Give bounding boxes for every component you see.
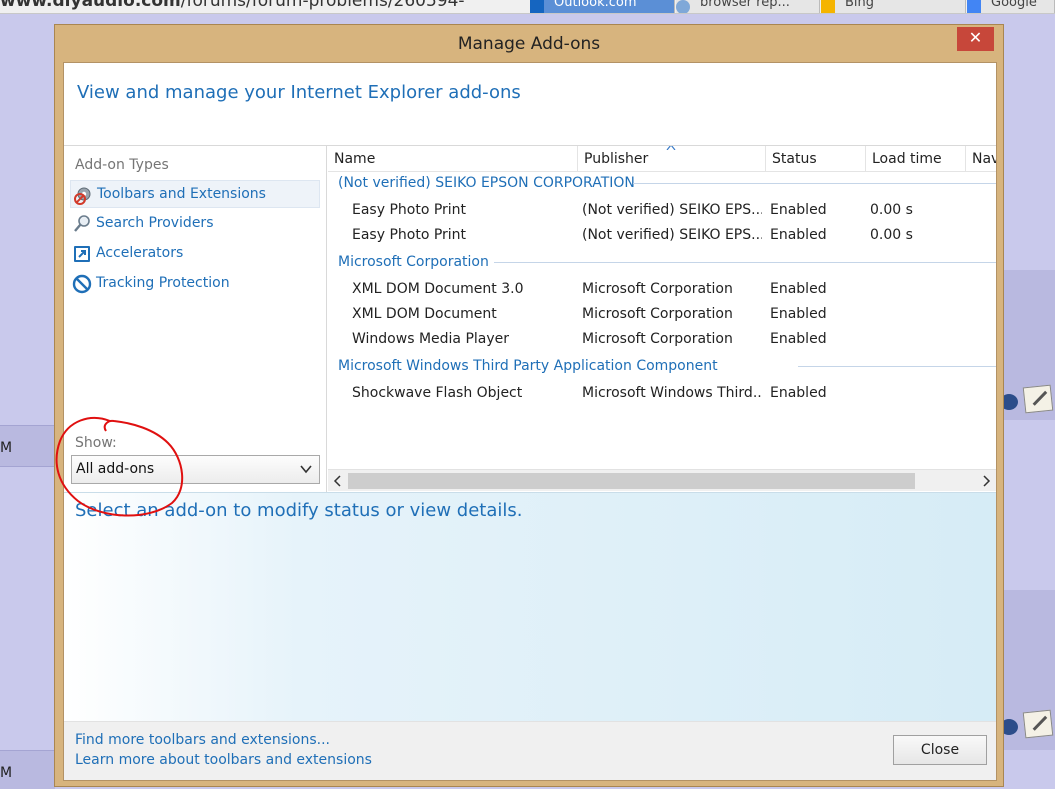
edit-note-icon xyxy=(1022,384,1054,414)
address-bar[interactable]: www.diyaudio.com/forums/forum-problems/2… xyxy=(0,0,465,11)
close-button[interactable]: Close xyxy=(893,735,987,765)
type-label: Tracking Protection xyxy=(96,275,230,291)
addon-name: Windows Media Player xyxy=(352,331,510,347)
dialog-footer: Find more toolbars and extensions... Lea… xyxy=(64,721,996,780)
close-icon[interactable]: ✕ xyxy=(957,27,994,51)
no-tracking-icon xyxy=(72,274,92,294)
column-header-status[interactable]: Status xyxy=(766,146,866,172)
table-row[interactable]: XML DOM Document 3.0 Microsoft Corporati… xyxy=(328,278,996,303)
tab-browser-rep[interactable]: browser rep... xyxy=(676,0,820,13)
chevron-right-icon[interactable] xyxy=(980,475,992,487)
details-pane: Select an add-on to modify status or vie… xyxy=(64,492,996,721)
group-header[interactable]: Microsoft Windows Third Party Applicatio… xyxy=(338,358,718,374)
addon-name: XML DOM Document xyxy=(352,306,497,322)
type-label: Toolbars and Extensions xyxy=(97,186,266,202)
show-label: Show: xyxy=(75,435,117,451)
gear-blocked-icon xyxy=(74,187,91,205)
manage-addons-dialog: Manage Add-ons ✕ View and manage your In… xyxy=(54,24,1004,787)
column-header-publisher[interactable]: Publisher xyxy=(578,146,766,172)
post-icons[interactable] xyxy=(1000,384,1055,416)
addon-types-label: Add-on Types xyxy=(75,157,169,173)
table-row[interactable]: Windows Media Player Microsoft Corporati… xyxy=(328,328,996,353)
addon-status: Enabled xyxy=(770,331,827,347)
scrollbar-thumb[interactable] xyxy=(348,473,915,489)
addons-list: Name Publisher Status Load time Navigati… xyxy=(328,146,996,492)
addon-status: Enabled xyxy=(770,227,827,243)
addon-status: Enabled xyxy=(770,385,827,401)
chevron-left-icon[interactable] xyxy=(332,475,344,487)
tab-google[interactable]: Google xyxy=(967,0,1055,13)
addon-status: Enabled xyxy=(770,202,827,218)
addon-load-time: 0.00 s xyxy=(870,202,913,218)
browser-top-bar: www.diyaudio.com/forums/forum-problems/2… xyxy=(0,0,1055,14)
addon-publisher: Microsoft Corporation xyxy=(582,331,733,347)
type-tracking-protection[interactable]: Tracking Protection xyxy=(70,270,320,298)
addon-name: Shockwave Flash Object xyxy=(352,385,523,401)
magnifier-icon xyxy=(74,215,90,232)
outlook-icon xyxy=(530,0,544,13)
addon-name: XML DOM Document 3.0 xyxy=(352,281,524,297)
group-divider xyxy=(798,366,996,367)
bing-icon xyxy=(821,0,835,13)
chevron-down-icon xyxy=(300,465,312,474)
learn-more-link[interactable]: Learn more about toolbars and extensions xyxy=(75,752,372,768)
addon-types-pane: Add-on Types Toolbars and Extensions Sea… xyxy=(64,146,327,492)
accelerator-icon xyxy=(74,246,90,262)
tab-bing[interactable]: Bing xyxy=(821,0,966,13)
group-divider xyxy=(494,262,996,263)
dialog-client: View and manage your Internet Explorer a… xyxy=(63,62,997,781)
addon-publisher: (Not verified) SEIKO EPS... xyxy=(582,227,762,243)
column-header-name[interactable]: Name xyxy=(328,146,578,172)
group-divider xyxy=(633,183,996,184)
addon-status: Enabled xyxy=(770,281,827,297)
addon-publisher: Microsoft Corporation xyxy=(582,306,733,322)
page-text: M xyxy=(0,440,13,456)
google-icon xyxy=(967,0,981,13)
table-row[interactable]: XML DOM Document Microsoft Corporation E… xyxy=(328,303,996,328)
addon-name: Easy Photo Print xyxy=(352,227,467,243)
addon-status: Enabled xyxy=(770,306,827,322)
addon-publisher: Microsoft Windows Third... xyxy=(582,385,762,401)
type-label: Accelerators xyxy=(96,245,184,261)
type-search-providers[interactable]: Search Providers xyxy=(70,210,320,238)
column-header-load-time[interactable]: Load time xyxy=(866,146,966,172)
group-header[interactable]: Microsoft Corporation xyxy=(338,254,489,270)
table-row[interactable]: Easy Photo Print (Not verified) SEIKO EP… xyxy=(328,199,996,224)
group-header[interactable]: (Not verified) SEIKO EPSON CORPORATION xyxy=(338,175,635,191)
page-title: View and manage your Internet Explorer a… xyxy=(77,82,521,103)
details-message: Select an add-on to modify status or vie… xyxy=(75,500,523,521)
post-icons[interactable] xyxy=(1000,709,1055,741)
addon-name: Easy Photo Print xyxy=(352,202,467,218)
title-bar[interactable]: Manage Add-ons ✕ xyxy=(55,25,1003,62)
addon-publisher: Microsoft Corporation xyxy=(582,281,733,297)
edit-note-icon xyxy=(1022,709,1054,739)
show-dropdown[interactable]: All add-ons xyxy=(71,455,320,484)
find-more-link[interactable]: Find more toolbars and extensions... xyxy=(75,732,330,748)
horizontal-scrollbar[interactable] xyxy=(328,469,996,491)
page-text: M xyxy=(0,765,13,781)
table-row[interactable]: Easy Photo Print (Not verified) SEIKO EP… xyxy=(328,224,996,249)
show-dropdown-value: All add-ons xyxy=(76,461,155,477)
page-icon xyxy=(676,0,690,13)
addon-publisher: (Not verified) SEIKO EPS... xyxy=(582,202,762,218)
type-label: Search Providers xyxy=(96,215,214,231)
type-accelerators[interactable]: Accelerators xyxy=(70,240,320,268)
tab-outlook[interactable]: Outlook.com xyxy=(530,0,675,13)
column-header-navigation-time[interactable]: Navigation time xyxy=(966,146,996,172)
table-row[interactable]: Shockwave Flash Object Microsoft Windows… xyxy=(328,382,996,407)
addon-load-time: 0.00 s xyxy=(870,227,913,243)
type-toolbars-extensions[interactable]: Toolbars and Extensions xyxy=(70,180,320,208)
dialog-title: Manage Add-ons xyxy=(457,34,601,54)
